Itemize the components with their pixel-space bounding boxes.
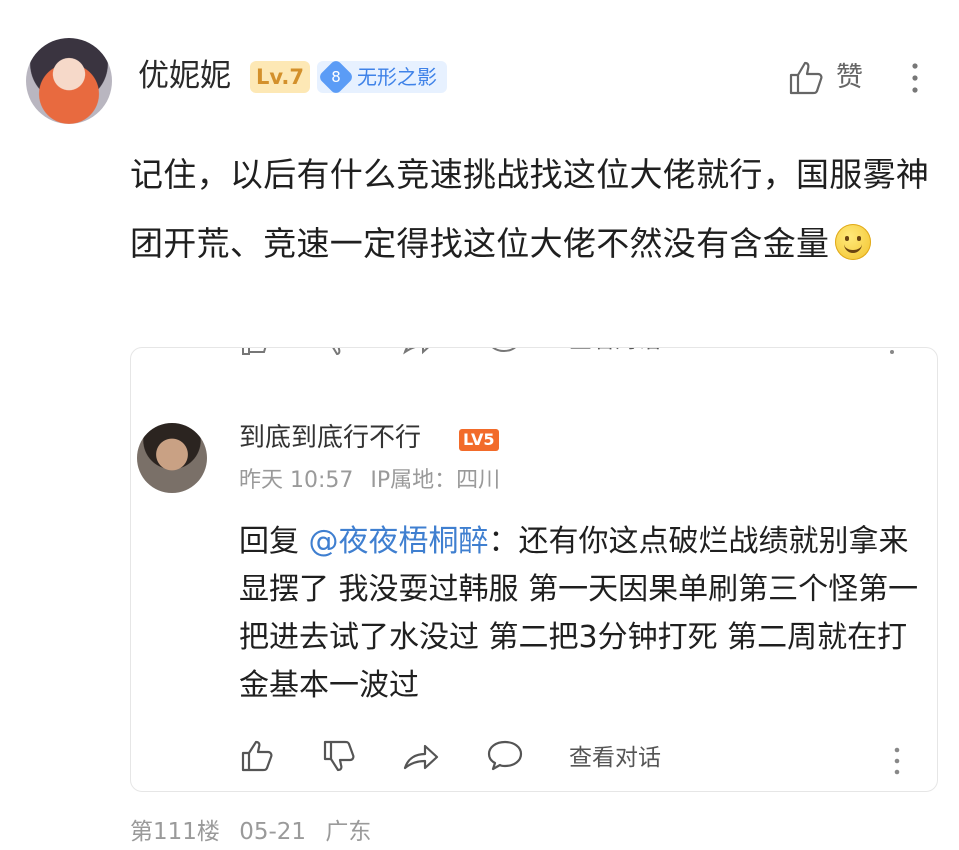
thumbs-up-icon[interactable]	[239, 738, 275, 774]
reply-time: 昨天 10:57	[239, 468, 354, 493]
view-conversation-link-clipped[interactable]: 查看对话	[569, 348, 661, 358]
reply-level-badge: LV5	[459, 429, 499, 451]
reply-avatar[interactable]	[137, 423, 207, 493]
thumbs-down-icon[interactable]	[321, 347, 353, 358]
comment-icon[interactable]	[485, 738, 525, 774]
fan-level-icon: 8	[317, 58, 355, 96]
thumbs-up-icon[interactable]	[239, 347, 271, 358]
share-icon[interactable]	[401, 738, 441, 774]
quoted-reply-card[interactable]: 查看对话 到底到底行不行 LV5 昨天 10:57 IP属地：四川 回复 @夜夜…	[130, 347, 938, 792]
reply-username[interactable]: 到底到底行不行	[239, 418, 421, 458]
smile-emoji-icon	[835, 224, 872, 260]
post-footer: 第111楼 05-21 广东	[130, 814, 371, 850]
post-text: 记住，以后有什么竞速挑战找这位大佬就行，国服雾神团开荒、竞速一定得找这位大佬不然…	[130, 155, 930, 263]
reply-action-bar: 查看对话	[239, 738, 919, 778]
post-location: 广东	[325, 819, 372, 845]
avatar[interactable]	[26, 38, 112, 124]
share-icon[interactable]	[401, 347, 437, 358]
post-date: 05-21	[239, 819, 307, 845]
reply-meta: 昨天 10:57 IP属地：四川	[239, 463, 500, 499]
comment-icon[interactable]	[486, 347, 522, 358]
post-username[interactable]: 优妮妮	[138, 52, 231, 100]
more-vertical-icon[interactable]	[886, 347, 898, 356]
more-vertical-icon[interactable]	[905, 58, 925, 98]
fan-badge[interactable]: 8 无形之影	[317, 58, 447, 96]
more-vertical-icon[interactable]	[891, 745, 903, 777]
mention-link[interactable]: @夜夜梧桐醉	[309, 524, 489, 559]
level-badge: Lv.7	[250, 61, 310, 93]
view-conversation-link[interactable]: 查看对话	[569, 740, 661, 776]
floor-number: 第111楼	[130, 819, 220, 845]
fan-badge-label: 无形之影	[357, 65, 437, 89]
clipped-action-row: 查看对话	[131, 347, 937, 366]
reply-text: 回复 @夜夜梧桐醉：还有你这点破烂战绩就别拿来显摆了 我没耍过韩服 第一天因果单…	[239, 524, 919, 703]
like-button-label[interactable]: 赞	[836, 58, 863, 98]
reply-ip-location: IP属地：四川	[370, 468, 501, 493]
thumbs-down-icon[interactable]	[321, 738, 357, 774]
thumbs-up-icon[interactable]	[786, 58, 826, 98]
